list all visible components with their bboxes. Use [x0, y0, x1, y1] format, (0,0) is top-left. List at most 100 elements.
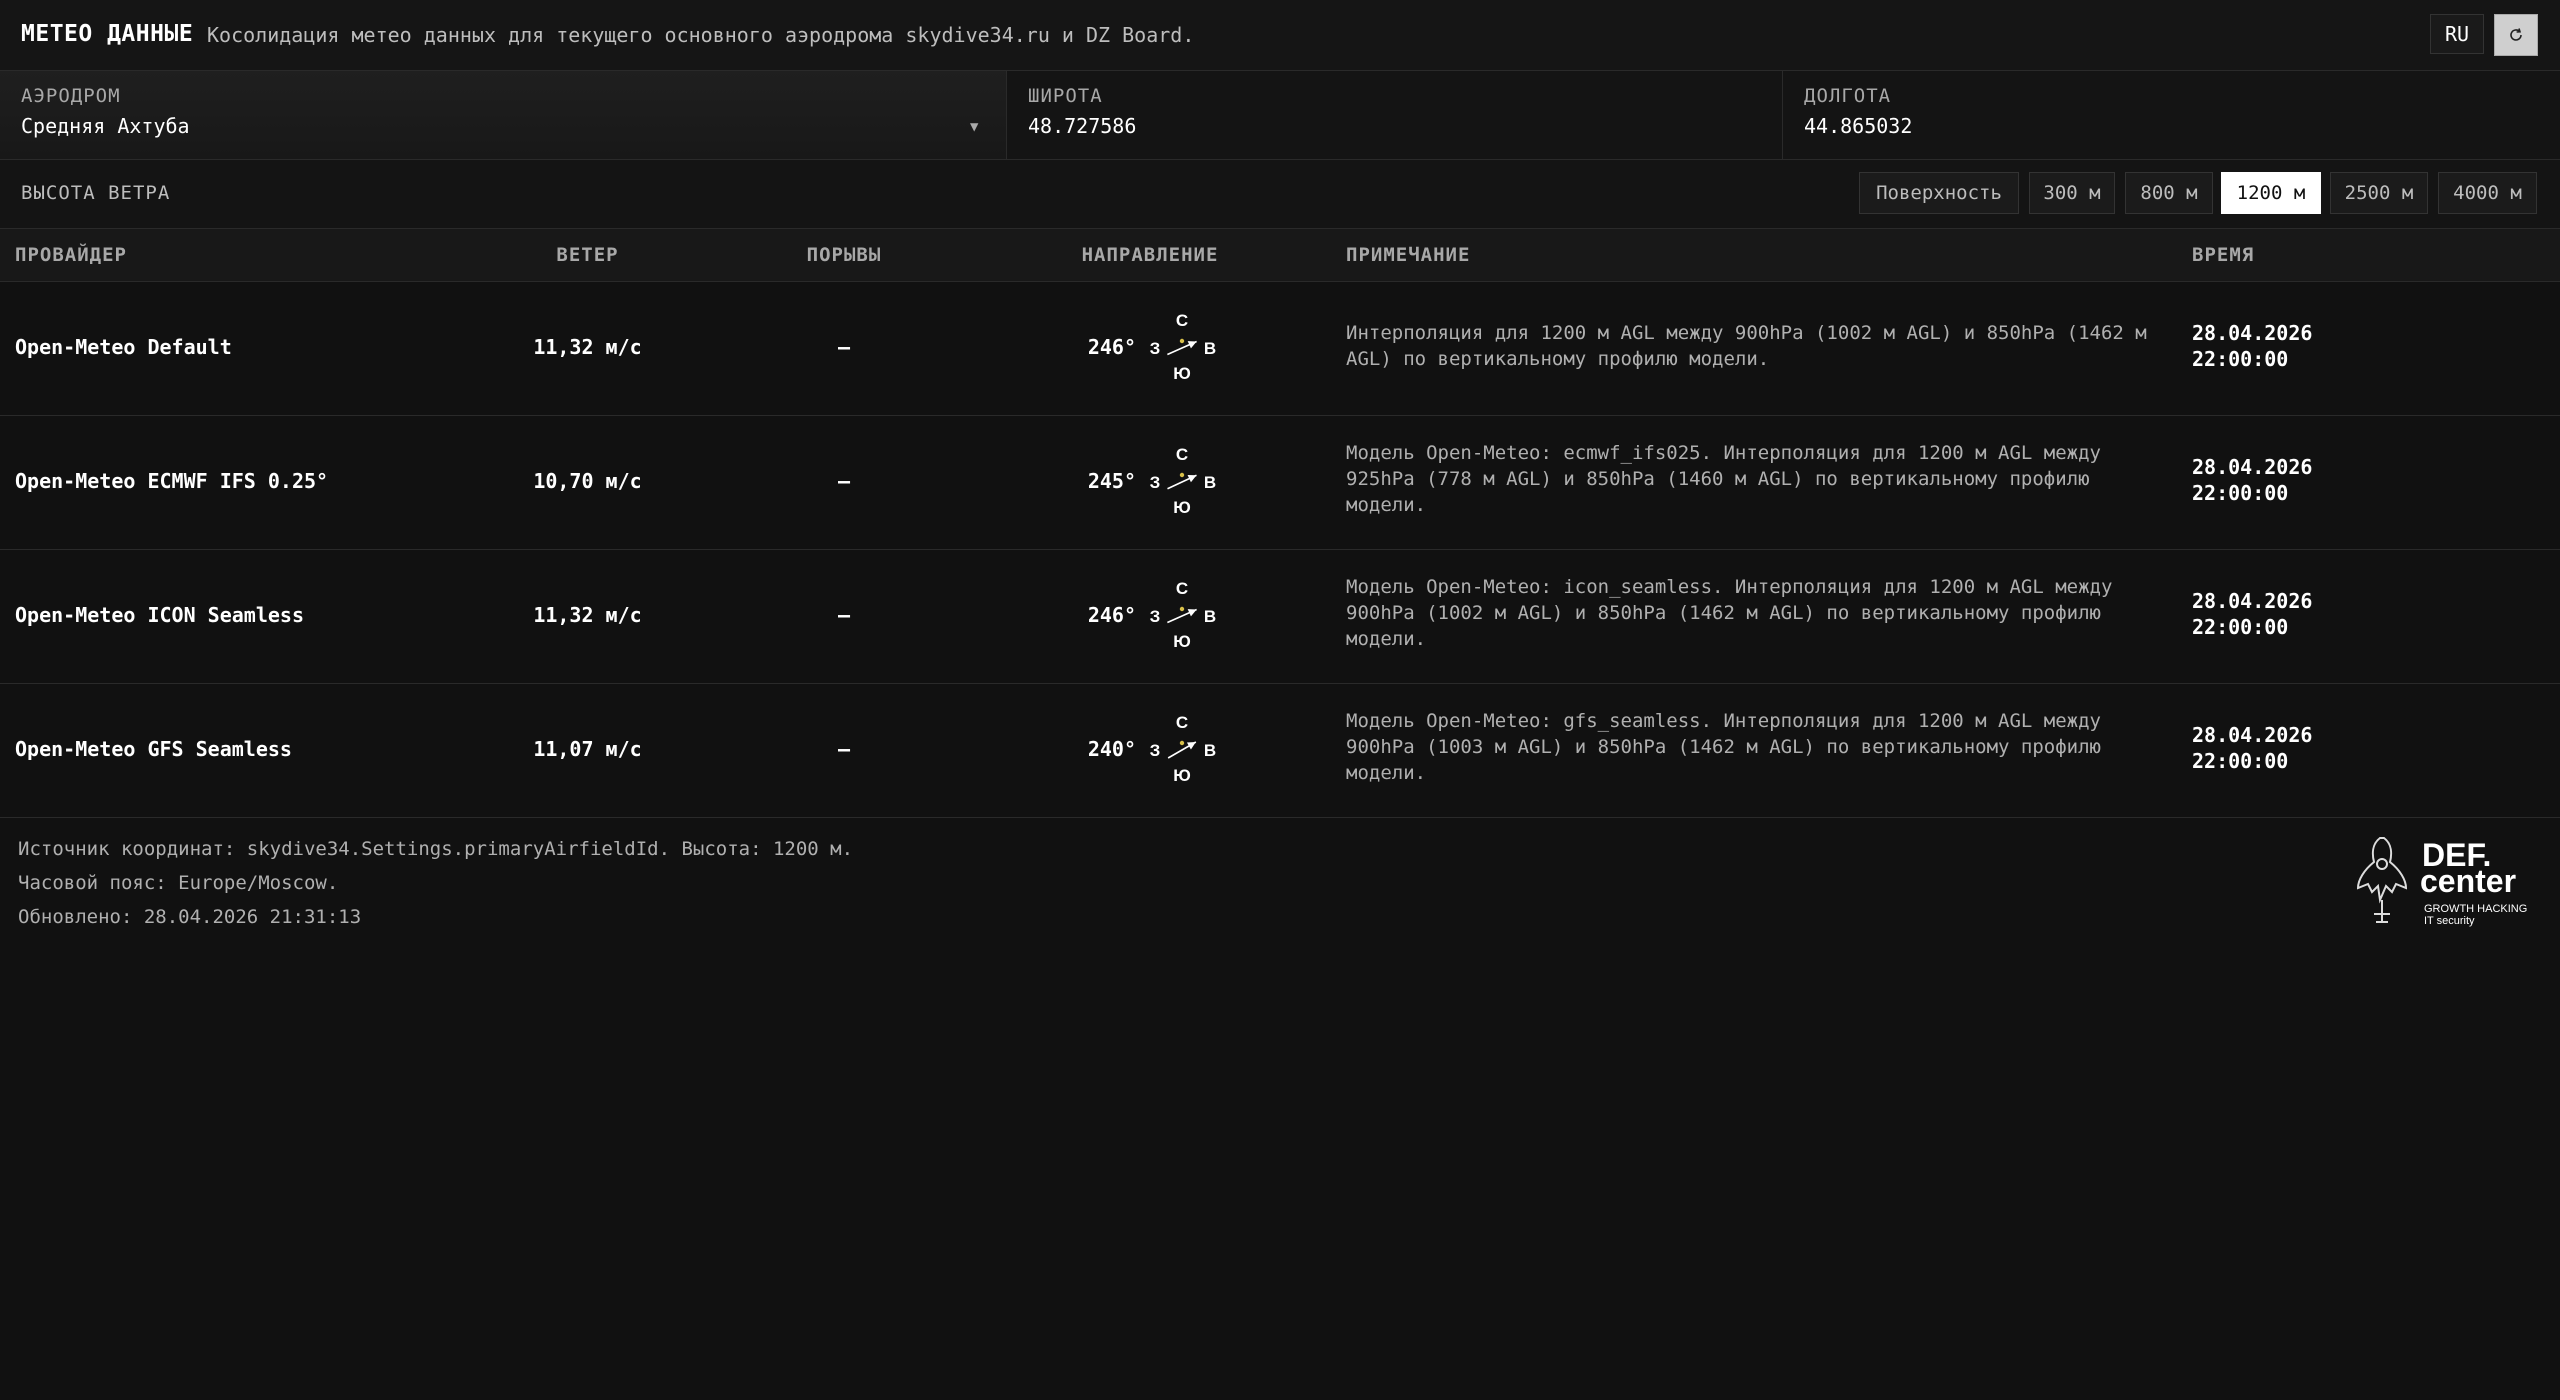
- logo-line2: center: [2420, 863, 2516, 899]
- altitude-surface-button[interactable]: Поверхность: [1859, 172, 2019, 214]
- compass-north-label: С: [1176, 446, 1188, 464]
- provider-name: Open-Meteo ICON Seamless: [15, 603, 304, 627]
- compass-west-label: З: [1150, 339, 1161, 358]
- provider-name: Open-Meteo Default: [15, 335, 232, 359]
- compass-west-label: З: [1150, 741, 1161, 760]
- row-time: 28.04.2026 22:00:00: [2192, 320, 2312, 372]
- def-center-logo: DEF. center GROWTH HACKING IT security: [2356, 837, 2527, 927]
- row-date-text: 28.04.2026: [2192, 723, 2313, 747]
- longitude-label: ДОЛГОТА: [1804, 85, 1892, 107]
- wind-gusts: —: [837, 335, 851, 359]
- table-row: Open-Meteo ICON Seamless 11,32 м/с — 246…: [0, 550, 2560, 684]
- location-fields: АЭРОДРОМ Средняя Ахтуба ▼ ШИРОТА 48.7275…: [0, 71, 2560, 160]
- app-title: МЕТЕО ДАННЫЕ: [21, 21, 194, 47]
- row-time: 28.04.2026 22:00:00: [2192, 722, 2312, 774]
- row-date-text: 28.04.2026: [2192, 321, 2313, 345]
- compass-center-dot: [1179, 472, 1185, 478]
- compass-north-label: С: [1176, 714, 1188, 732]
- row-time-text: 22:00:00: [2192, 615, 2289, 639]
- col-direction: НАПРАВЛЕНИЕ: [1081, 244, 1219, 266]
- latitude-field[interactable]: ШИРОТА 48.727586: [1007, 71, 1783, 159]
- wind-gusts: —: [837, 603, 851, 627]
- compass-center-dot: [1179, 338, 1185, 344]
- compass-south-label: Ю: [1173, 632, 1191, 650]
- longitude-field[interactable]: ДОЛГОТА 44.865032: [1783, 71, 2560, 159]
- footer-updated: Обновлено: 28.04.2026 21:31:13: [18, 906, 362, 928]
- longitude-value: 44.865032: [1804, 114, 1913, 138]
- compass-center-dot: [1179, 740, 1185, 746]
- wind-direction-compass: С ЮЗ В: [1150, 446, 1216, 516]
- wind-speed: 11,07 м/с: [533, 737, 642, 761]
- row-date-text: 28.04.2026: [2192, 589, 2313, 613]
- col-gusts: ПОРЫВЫ: [806, 244, 882, 266]
- compass-center-dot: [1179, 606, 1185, 612]
- wind-altitude-bar: ВЫСОТА ВЕТРА Поверхность 300 м 800 м 120…: [0, 160, 2560, 229]
- wind-direction-compass: С ЮЗ В: [1150, 580, 1216, 650]
- compass-south-label: Ю: [1173, 364, 1191, 382]
- logo-tagline1: GROWTH HACKING: [2424, 903, 2527, 915]
- refresh-button[interactable]: [2494, 14, 2538, 56]
- altitude-2500-button[interactable]: 2500 м: [2330, 172, 2428, 214]
- provider-name: Open-Meteo ECMWF IFS 0.25°: [15, 469, 329, 493]
- table-header: ПРОВАЙДЕР ВЕТЕР ПОРЫВЫ НАПРАВЛЕНИЕ ПРИМЕ…: [0, 229, 2560, 282]
- altitude-1200-button[interactable]: 1200 м: [2221, 172, 2321, 214]
- logo-tagline2: IT security: [2424, 915, 2475, 927]
- footer-source: Источник координат: skydive34.Settings.p…: [18, 838, 854, 860]
- compass-east-label: В: [1204, 741, 1216, 760]
- compass-west-label: З: [1150, 607, 1161, 626]
- wind-direction-compass: С ЮЗ В: [1150, 714, 1216, 784]
- wind-altitude-label: ВЫСОТА ВЕТРА: [21, 182, 171, 204]
- compass-east-label: В: [1204, 607, 1216, 626]
- compass-east-label: В: [1204, 339, 1216, 358]
- app-subtitle: Косолидация метео данных для текущего ос…: [207, 23, 1195, 47]
- altitude-800-button[interactable]: 800 м: [2125, 172, 2213, 214]
- wind-direction-degrees: 246°: [1087, 335, 1136, 359]
- row-time-text: 22:00:00: [2192, 481, 2289, 505]
- table-row: Open-Meteo Default 11,32 м/с — 246° С ЮЗ В…: [0, 282, 2560, 416]
- row-note: Модель Open-Meteo: ecmwf_ifs025. Интерпо…: [1346, 442, 2101, 516]
- wind-direction-degrees: 245°: [1087, 469, 1136, 493]
- wind-gusts: —: [837, 737, 851, 761]
- latitude-label: ШИРОТА: [1028, 85, 1103, 107]
- wind-speed: 11,32 м/с: [533, 603, 642, 627]
- footer-timezone: Часовой пояс: Europe/Moscow.: [18, 872, 339, 894]
- row-time: 28.04.2026 22:00:00: [2192, 588, 2312, 640]
- col-provider: ПРОВАЙДЕР: [15, 244, 127, 266]
- row-note: Модель Open-Meteo: icon_seamless. Интерп…: [1346, 576, 2113, 650]
- compass-south-label: Ю: [1173, 498, 1191, 516]
- row-time: 28.04.2026 22:00:00: [2192, 454, 2312, 506]
- wind-direction-degrees: 246°: [1087, 603, 1136, 627]
- compass-west-label: З: [1150, 473, 1161, 492]
- row-date-text: 28.04.2026: [2192, 455, 2313, 479]
- latitude-value: 48.727586: [1028, 114, 1137, 138]
- row-time-text: 22:00:00: [2192, 347, 2289, 371]
- compass-north-label: С: [1176, 312, 1188, 330]
- top-bar: МЕТЕО ДАННЫЕ Косолидация метео данных дл…: [0, 0, 2560, 71]
- chevron-down-icon: ▼: [970, 119, 979, 135]
- wind-speed: 10,70 м/с: [533, 469, 642, 493]
- compass-north-label: С: [1176, 580, 1188, 598]
- wind-speed: 11,32 м/с: [533, 335, 642, 359]
- table-row: Open-Meteo ECMWF IFS 0.25° 10,70 м/с — 2…: [0, 416, 2560, 550]
- row-time-text: 22:00:00: [2192, 749, 2289, 773]
- airfield-value: Средняя Ахтуба: [21, 114, 190, 138]
- footer-info: Источник координат: skydive34.Settings.p…: [18, 832, 853, 934]
- wind-direction-compass: С ЮЗ В: [1150, 312, 1216, 382]
- row-note: Модель Open-Meteo: gfs_seamless. Интерпо…: [1346, 710, 2101, 784]
- col-time: ВРЕМЯ: [2192, 244, 2255, 266]
- table-row: Open-Meteo GFS Seamless 11,07 м/с — 240°…: [0, 684, 2560, 818]
- col-wind: ВЕТЕР: [556, 244, 619, 266]
- wind-gusts: —: [837, 469, 851, 493]
- altitude-300-button[interactable]: 300 м: [2029, 172, 2115, 214]
- altitude-4000-button[interactable]: 4000 м: [2438, 172, 2537, 214]
- row-note: Интерполяция для 1200 м AGL между 900hPa…: [1346, 322, 2147, 370]
- compass-south-label: Ю: [1173, 766, 1191, 784]
- compass-east-label: В: [1204, 473, 1216, 492]
- airfield-label: АЭРОДРОМ: [21, 85, 121, 107]
- airfield-select[interactable]: АЭРОДРОМ Средняя Ахтуба ▼: [0, 71, 1007, 159]
- wind-direction-degrees: 240°: [1087, 737, 1136, 761]
- provider-name: Open-Meteo GFS Seamless: [15, 737, 292, 761]
- refresh-icon: [2510, 28, 2522, 41]
- language-button[interactable]: RU: [2430, 14, 2484, 54]
- col-note: ПРИМЕЧАНИЕ: [1346, 244, 1471, 266]
